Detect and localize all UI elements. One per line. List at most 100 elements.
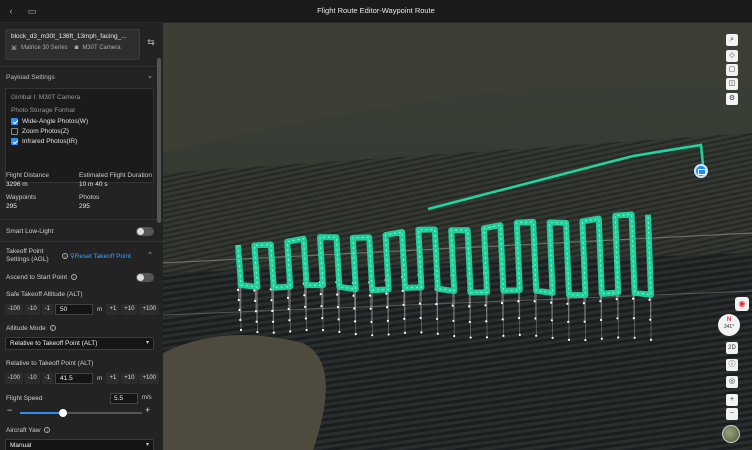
option-zoom-label: Zoom Photos(Z): [22, 128, 69, 135]
option-wide-label: Wide-Angle Photos(W): [22, 118, 89, 125]
option-wide[interactable]: Wide-Angle Photos(W): [11, 118, 148, 125]
stat-duration: Estimated Flight Duration 10 m 40 s: [79, 172, 152, 188]
slider-knob[interactable]: [58, 409, 67, 417]
speed-unit-label: m/s: [142, 395, 152, 401]
flight-speed-input[interactable]: 5.5: [110, 393, 138, 404]
stat-waypoints: Waypoints 295: [6, 194, 36, 210]
slider-fill: [20, 412, 63, 414]
smart-low-light-toggle[interactable]: [136, 227, 154, 236]
search-icon[interactable]: ⌕: [726, 34, 738, 46]
flight-speed-slider[interactable]: [20, 409, 142, 417]
ground-point: [584, 338, 587, 342]
ground-point: [649, 338, 653, 341]
camera-icon: ◙: [74, 45, 79, 51]
info-icon[interactable]: i: [62, 253, 68, 259]
ground-point: [485, 336, 489, 339]
area-icon[interactable]: ▢: [726, 64, 738, 76]
route-card[interactable]: block_d3_m30t_136ft_13mph_facing_... ⌘ M…: [5, 29, 140, 60]
plus-1-button[interactable]: +1: [106, 373, 120, 384]
info-icon[interactable]: i: [44, 427, 51, 434]
aircraft-yaw-select[interactable]: Manual ▾: [5, 439, 154, 450]
option-infrared-label: Infrared Photos(IR): [22, 138, 78, 145]
plus-1-button[interactable]: +1: [106, 304, 120, 315]
ground-point: [338, 330, 341, 333]
swap-icon[interactable]: ⇆: [145, 37, 157, 51]
checkbox-wide[interactable]: [11, 118, 18, 125]
alert-icon[interactable]: ◉: [735, 297, 749, 311]
ground-point: [436, 332, 439, 335]
duration-label: Estimated Flight Duration: [79, 172, 152, 179]
compass-north: N: [726, 317, 732, 323]
speed-increase-button[interactable]: +: [145, 405, 150, 415]
minus-1-button[interactable]: -1: [41, 304, 54, 315]
zoom-in-button[interactable]: +: [726, 394, 738, 406]
minus-100-button[interactable]: -100: [5, 373, 24, 384]
option-zoom[interactable]: Zoom Photos(Z): [11, 128, 148, 135]
ground-point: [321, 328, 325, 332]
takeoff-point-marker[interactable]: [694, 164, 708, 178]
locate-icon[interactable]: ◎: [726, 376, 738, 388]
aircraft-yaw-label: Aircraft Yaw i: [6, 427, 51, 434]
minus-10-button[interactable]: -10: [25, 373, 40, 384]
aircraft-yaw-value: Manual: [10, 442, 32, 449]
divider: [0, 66, 163, 67]
ground-point: [272, 331, 275, 334]
camera-label: M30T Camera: [82, 45, 121, 51]
unit-label: m: [97, 306, 103, 313]
reset-takeoff-link[interactable]: ⚲Reset Takeoff Point: [70, 252, 131, 260]
payload-settings-header[interactable]: Payload Settings: [6, 74, 55, 81]
scrollbar-thumb[interactable]: [157, 58, 161, 223]
window-title: Flight Route Editor-Waypoint Route: [317, 6, 435, 15]
sidebar-scrollbar[interactable]: [157, 58, 161, 448]
chevron-up-icon[interactable]: ⌃: [147, 251, 153, 259]
checkbox-zoom[interactable]: [11, 128, 18, 135]
stat-distance: Flight Distance 3296 m: [6, 172, 49, 188]
map-scene[interactable]: [163, 23, 752, 450]
option-infrared[interactable]: Infrared Photos(IR): [11, 138, 148, 145]
ground-point: [469, 336, 472, 339]
chevron-down-icon[interactable]: ⌄: [147, 72, 153, 80]
layers-icon[interactable]: ◫: [726, 78, 738, 90]
altitude-mode-label: Altitude Mode i: [6, 325, 56, 332]
safe-altitude-input[interactable]: 50: [55, 304, 94, 315]
storage-format-label: Photo Storage Format: [11, 107, 75, 114]
takeoff-settings-header: Takeoff Point Settings (AGL): [6, 248, 49, 263]
plus-10-button[interactable]: +10: [121, 373, 138, 384]
map-view[interactable]: [163, 23, 752, 450]
settings-icon[interactable]: ⚙: [726, 93, 738, 105]
ground-point: [305, 328, 308, 332]
toggle-2d-button[interactable]: 2D: [726, 342, 738, 354]
minus-100-button[interactable]: -100: [5, 304, 24, 315]
speed-decrease-button[interactable]: −: [7, 405, 12, 415]
ground-point: [354, 333, 357, 336]
waypoints-label: Waypoints: [6, 194, 37, 201]
relative-altitude-label: Relative to Takeoff Point (ALT): [6, 360, 94, 367]
globe-icon[interactable]: [722, 425, 740, 443]
title-bar: ‹ ▭ Flight Route Editor-Waypoint Route: [0, 0, 752, 23]
altitude-mode-select[interactable]: Relative to Takeoff Point (ALT) ▾: [5, 337, 154, 350]
zoom-out-button[interactable]: −: [726, 408, 738, 420]
relative-altitude-input[interactable]: 41.5: [55, 373, 94, 384]
waypoint-icon[interactable]: ◇: [726, 50, 738, 62]
caret-down-icon: ▾: [145, 340, 149, 346]
relative-altitude-stepper: -100 -10 -1 41.5 m +1 +10 +100: [5, 373, 159, 384]
checkbox-infrared[interactable]: [11, 138, 18, 145]
ground-point: [518, 333, 521, 336]
safe-altitude-stepper: -100 -10 -1 50 m +1 +10 +100: [5, 304, 159, 315]
info-icon[interactable]: i: [49, 325, 56, 332]
info-icon[interactable]: ⓘ: [726, 359, 738, 371]
info-icon[interactable]: i: [70, 274, 77, 281]
minus-10-button[interactable]: -10: [25, 304, 40, 315]
ground-point: [403, 331, 407, 335]
ground-point: [617, 336, 620, 339]
compass[interactable]: N 341°: [718, 314, 740, 336]
flight-speed-label: Flight Speed: [6, 395, 43, 402]
ground-point: [502, 334, 505, 337]
safe-altitude-label: Safe Takeoff Altitude (ALT): [6, 291, 83, 298]
minus-1-button[interactable]: -1: [41, 373, 54, 384]
plus-10-button[interactable]: +10: [121, 304, 138, 315]
ascend-toggle[interactable]: [136, 273, 154, 282]
ground-point: [551, 336, 554, 339]
ground-point: [256, 330, 259, 334]
ground-point: [535, 334, 538, 337]
